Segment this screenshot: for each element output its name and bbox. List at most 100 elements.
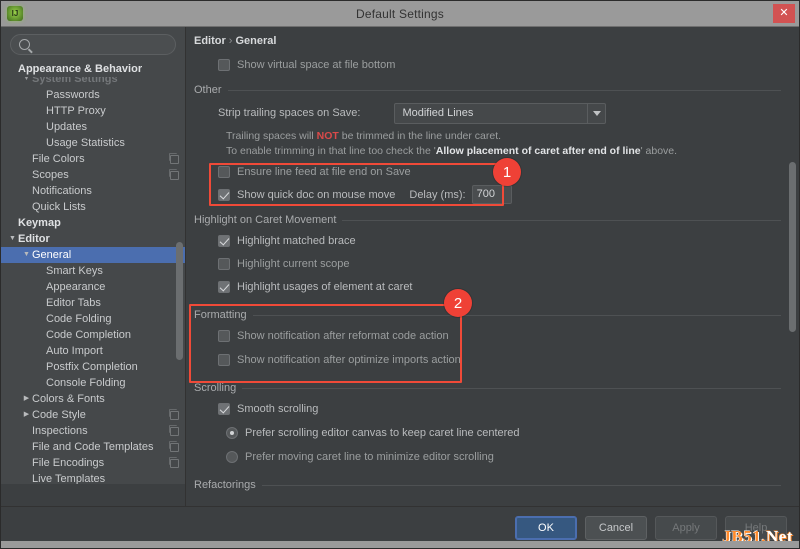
- hint-line-1: Trailing spaces will NOT be trimmed in t…: [226, 129, 799, 144]
- sidebar-item-label: Editor: [18, 233, 50, 245]
- sidebar-item-auto-import[interactable]: Auto Import: [1, 343, 185, 359]
- option-smooth-scrolling[interactable]: Smooth scrolling: [218, 398, 799, 419]
- sidebar-scrollbar-thumb[interactable]: [176, 242, 183, 360]
- group-divider-formatting: [252, 314, 781, 316]
- sidebar-item-label: Editor Tabs: [46, 297, 101, 309]
- group-label-refactorings: Refactorings: [194, 479, 256, 491]
- sidebar-item-label: Keymap: [18, 217, 61, 229]
- sidebar-item-colors-fonts[interactable]: ▶ Colors & Fonts: [1, 391, 185, 407]
- sidebar-item-keymap[interactable]: Keymap: [1, 215, 185, 231]
- sidebar-item-code-completion[interactable]: Code Completion: [1, 327, 185, 343]
- sidebar-item-code-style[interactable]: ▶ Code Style: [1, 407, 185, 423]
- sidebar-item-console-folding[interactable]: Console Folding: [1, 375, 185, 391]
- group-refactorings: Refactorings: [194, 479, 799, 491]
- cancel-button[interactable]: Cancel: [585, 515, 647, 540]
- group-divider-refactorings: [261, 484, 781, 486]
- checkbox-smooth-scrolling[interactable]: [218, 402, 230, 415]
- sidebar-item-label: Appearance & Behavior: [18, 63, 143, 75]
- option-scroll-radio-1[interactable]: Prefer moving caret line to minimize edi…: [226, 446, 799, 467]
- search-box[interactable]: [10, 34, 176, 55]
- combo-strip-trailing-spaces[interactable]: Modified Lines: [394, 102, 607, 124]
- scroll-radio-list: Prefer scrolling editor canvas to keep c…: [194, 422, 799, 467]
- breadcrumb: Editor › General: [194, 35, 799, 47]
- option-highlight-2[interactable]: Highlight usages of element at caret: [218, 276, 799, 297]
- apply-button[interactable]: Apply: [655, 515, 717, 540]
- radio-prefer-scrolling-editor-canvas-to-keep-caret-line-centered[interactable]: [226, 426, 238, 439]
- option-highlight-0[interactable]: Highlight matched brace: [218, 230, 799, 251]
- sidebar-item-passwords[interactable]: Passwords: [1, 87, 185, 103]
- checkbox-show-notification-after-optimize-imports-action[interactable]: [218, 353, 230, 366]
- label-strip-trailing-spaces: Strip trailing spaces on Save:: [218, 107, 361, 119]
- chevron-down-icon[interactable]: [587, 103, 605, 123]
- sidebar-item-scopes[interactable]: Scopes: [1, 167, 185, 183]
- twisty-collapsed-icon[interactable]: ▶: [21, 391, 32, 407]
- label-highlight-current-scope: Highlight current scope: [237, 257, 350, 270]
- sidebar-item-smart-keys[interactable]: Smart Keys: [1, 263, 185, 279]
- sidebar-item-label: Code Style: [32, 409, 86, 421]
- main-scrollbar-thumb[interactable]: [789, 162, 796, 332]
- option-scroll-radio-0[interactable]: Prefer scrolling editor canvas to keep c…: [226, 422, 799, 443]
- title-bar: Default Settings ✕: [1, 1, 799, 27]
- twisty-expanded-icon[interactable]: ▼: [7, 231, 18, 247]
- sidebar-item-appearance[interactable]: Appearance: [1, 279, 185, 295]
- sidebar-item-http-proxy[interactable]: HTTP Proxy: [1, 103, 185, 119]
- ok-button[interactable]: OK: [515, 515, 577, 540]
- sidebar-item-inspections[interactable]: Inspections: [1, 423, 185, 439]
- checkbox-show-quick-doc[interactable]: [218, 188, 230, 201]
- input-delay-ms[interactable]: 700: [471, 185, 512, 204]
- sidebar-item-updates[interactable]: Updates: [1, 119, 185, 135]
- sidebar-item-code-folding[interactable]: Code Folding: [1, 311, 185, 327]
- sidebar-item-label: Usage Statistics: [46, 137, 125, 149]
- label-show-quick-doc: Show quick doc on mouse move: [237, 188, 396, 201]
- settings-sidebar: Appearance & Behavior ▼ System Settings Pas…: [1, 27, 186, 506]
- breadcrumb-leaf: General: [235, 35, 277, 47]
- checkbox-highlight-usages-of-element-at-caret[interactable]: [218, 280, 230, 293]
- sidebar-item-file-colors[interactable]: File Colors: [1, 151, 185, 167]
- option-show-quick-doc[interactable]: Show quick doc on mouse move Delay (ms):…: [218, 184, 799, 205]
- hint-2-part-b: ' above.: [640, 145, 678, 157]
- sidebar-item-general[interactable]: ▼ General: [1, 247, 185, 263]
- sidebar-item-appearance-behavior[interactable]: Appearance & Behavior: [1, 61, 185, 77]
- checkbox-highlight-matched-brace[interactable]: [218, 234, 230, 247]
- checkbox-show-virtual-space[interactable]: [218, 58, 230, 71]
- sidebar-item-file-and-code-templates[interactable]: File and Code Templates: [1, 439, 185, 455]
- group-highlight-on-caret-movement: Highlight on Caret Movement: [194, 214, 799, 226]
- twisty-expanded-icon[interactable]: ▼: [21, 247, 32, 263]
- sidebar-item-label: Quick Lists: [32, 201, 86, 213]
- checkbox-highlight-current-scope[interactable]: [218, 257, 230, 270]
- settings-tree: Appearance & Behavior ▼ System Settings Pas…: [1, 59, 185, 506]
- search-input[interactable]: [36, 38, 167, 51]
- sidebar-item-postfix-completion[interactable]: Postfix Completion: [1, 359, 185, 375]
- sidebar-item-usage-statistics[interactable]: Usage Statistics: [1, 135, 185, 151]
- hint-line-2: To enable trimming in that line too chec…: [226, 144, 799, 159]
- option-show-virtual-space[interactable]: Show virtual space at file bottom: [218, 54, 799, 75]
- breadcrumb-root[interactable]: Editor: [194, 35, 226, 47]
- sidebar-scrollbar-track[interactable]: [176, 57, 183, 486]
- label-show-virtual-space: Show virtual space at file bottom: [237, 58, 396, 71]
- group-divider-scrolling: [242, 387, 781, 389]
- checkbox-show-notification-after-reformat-code-action[interactable]: [218, 329, 230, 342]
- settings-dialog: Default Settings ✕ Appearance & Behavior…: [0, 0, 800, 549]
- option-formatting-0[interactable]: Show notification after reformat code ac…: [218, 325, 799, 346]
- sidebar-item-label: Code Folding: [46, 313, 112, 325]
- sidebar-item-label: File and Code Templates: [32, 441, 154, 453]
- option-formatting-1[interactable]: Show notification after optimize imports…: [218, 349, 799, 370]
- group-label-scrolling: Scrolling: [194, 382, 237, 394]
- sidebar-item-file-encodings[interactable]: File Encodings: [1, 455, 185, 471]
- option-highlight-1[interactable]: Highlight current scope: [218, 253, 799, 274]
- hint-1-part-b: be trimmed in the line under caret.: [338, 130, 502, 142]
- sidebar-item-editor-tabs[interactable]: Editor Tabs: [1, 295, 185, 311]
- radio-prefer-moving-caret-line-to-minimize-editor-scrolling[interactable]: [226, 450, 238, 463]
- main-scrollbar-track[interactable]: [789, 27, 796, 506]
- sidebar-item-notifications[interactable]: Notifications: [1, 183, 185, 199]
- row-strip-trailing-spaces: Strip trailing spaces on Save: Modified …: [218, 100, 799, 126]
- group-other: Other: [194, 84, 799, 96]
- sidebar-item-editor[interactable]: ▼ Editor: [1, 231, 185, 247]
- sidebar-item-quick-lists[interactable]: Quick Lists: [1, 199, 185, 215]
- group-label-highlight: Highlight on Caret Movement: [194, 214, 337, 226]
- close-icon[interactable]: ✕: [773, 4, 795, 23]
- checkbox-ensure-line-feed[interactable]: [218, 165, 230, 178]
- dialog-footer: OK Cancel Apply Help JB51.Net: [1, 506, 799, 548]
- label-highlight-matched-brace: Highlight matched brace: [237, 234, 356, 247]
- twisty-collapsed-icon[interactable]: ▶: [21, 407, 32, 423]
